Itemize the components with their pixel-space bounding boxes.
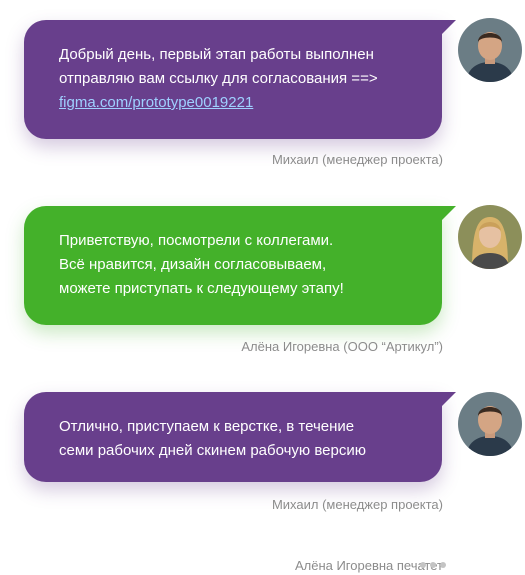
avatar-alena (458, 205, 522, 269)
message-2-line-2: Всё нравится, дизайн согласовываем, (59, 256, 327, 273)
bubble-tail (442, 20, 456, 34)
author-caption-3: Михаил (менеджер проекта) (271, 497, 443, 512)
message-bubble-1: Добрый день, первый этап работы выполнен… (24, 20, 456, 139)
prototype-link[interactable]: figma.com/prototype0019221 (59, 91, 442, 115)
avatar-mikhail-1 (458, 18, 522, 82)
bubble-tail (442, 206, 456, 220)
message-bubble-3: Отлично, приступаем к верстке, в течение… (24, 392, 456, 482)
author-caption-1: Михаил (менеджер проекта) (271, 152, 443, 167)
author-caption-2: Алёна Игоревна (ООО “Артикул”) (241, 339, 443, 354)
bubble-tail (442, 392, 456, 406)
typing-dot (440, 562, 446, 568)
message-2-line-1: Приветствую, посмотрели с коллегами. (59, 232, 334, 249)
message-1-line-1: Добрый день, первый этап работы выполнен (59, 46, 374, 63)
typing-dots-icon (420, 562, 446, 568)
typing-dot (430, 562, 436, 568)
message-3-line-2: семи рабочих дней скинем рабочую версию (59, 442, 366, 459)
typing-dot (420, 562, 426, 568)
message-2-line-3: можете приступать к следующему этапу! (59, 280, 344, 297)
message-bubble-2: Приветствую, посмотрели с коллегами. Всё… (24, 206, 456, 325)
avatar-mikhail-2 (458, 392, 522, 456)
message-1-line-2: отправляю вам ссылку для согласования ==… (59, 70, 378, 87)
message-3-line-1: Отлично, приступаем к верстке, в течение (59, 418, 355, 435)
